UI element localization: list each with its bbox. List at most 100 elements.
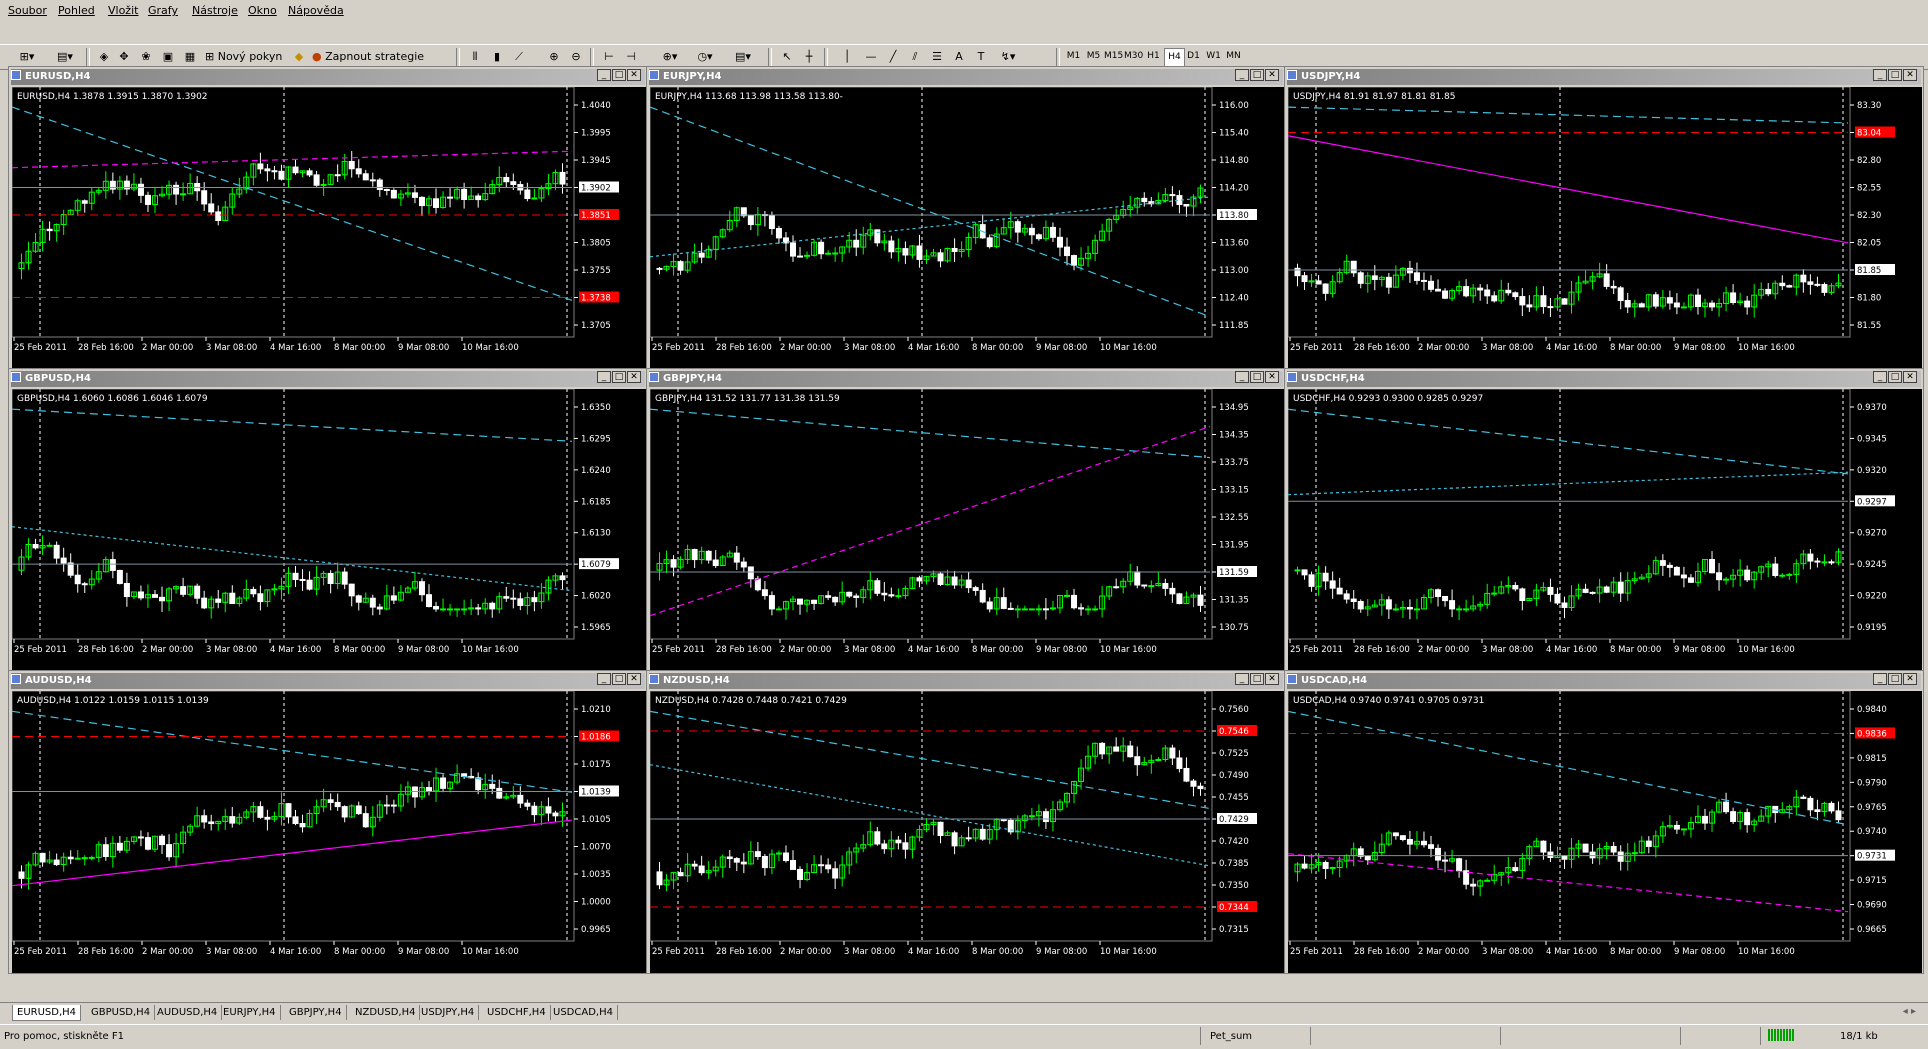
chart-tab[interactable]: NZDUSD,H4 — [351, 1005, 421, 1020]
strategy-button[interactable]: ● Zapnout strategie — [312, 48, 452, 65]
minimize-icon[interactable]: _ — [1873, 673, 1887, 685]
close-icon[interactable]: ✕ — [1265, 371, 1279, 383]
templates-icon[interactable]: ▤▾ — [728, 48, 758, 65]
maximize-icon[interactable]: □ — [1888, 69, 1902, 81]
menu-item-2[interactable]: Vložit — [108, 4, 138, 17]
chart-window[interactable]: USDCHF,H4 _ □ ✕ 0.9370 0.9345 0.9320 0.9297 0.92… — [1284, 368, 1924, 672]
timeframe-h4[interactable]: H4 — [1164, 48, 1185, 67]
close-icon[interactable]: ✕ — [627, 371, 641, 383]
autoscroll-icon[interactable]: ⊢ — [600, 48, 618, 65]
chart-tab[interactable]: GBPUSD,H4 — [87, 1005, 156, 1020]
chart-window[interactable]: USDJPY,H4 _ □ ✕ 83.30 83.04 82.80 82.55 82.30 82.… — [1284, 66, 1924, 370]
periods-icon[interactable]: ◷▾ — [690, 48, 720, 65]
label-tool-icon[interactable]: T — [972, 48, 990, 65]
minimize-icon[interactable]: _ — [597, 371, 611, 383]
data-window-icon[interactable]: ✥ — [115, 48, 133, 65]
menu-item-3[interactable]: Grafy — [148, 4, 178, 17]
minimize-icon[interactable]: _ — [1235, 69, 1249, 81]
maximize-icon[interactable]: □ — [612, 673, 626, 685]
new-chart-icon[interactable]: ⊞▾ — [12, 48, 42, 65]
menu-item-0[interactable]: Soubor — [8, 4, 47, 17]
indicators-icon[interactable]: ⊕▾ — [656, 48, 684, 65]
chart-canvas[interactable]: 1.0210 1.0186 1.0175 1.0139 1.0105 1.0070 1.00… — [12, 691, 646, 973]
bar-chart-icon[interactable]: ⫴ — [466, 48, 484, 65]
chart-canvas[interactable]: 83.30 83.04 82.80 82.55 82.30 82.05 81.85 81.80… — [1288, 87, 1922, 369]
chart-canvas[interactable]: 134.95 134.35 133.75 133.15 132.55 131.95 131.… — [650, 389, 1284, 671]
metaeditor-icon[interactable]: ◆ — [290, 48, 308, 65]
zoom-in-icon[interactable]: ⊕ — [545, 48, 563, 65]
chart-window[interactable]: USDCAD,H4 _ □ ✕ 0.9840 0.9836 0.9815 0.9790 0.97… — [1284, 670, 1924, 974]
text-tool-icon[interactable]: A — [950, 48, 968, 65]
chart-window[interactable]: EURUSD,H4 _ □ ✕ 1.4040 1.3995 1.3945 1.3902 1.38… — [8, 66, 648, 370]
chart-canvas[interactable]: 0.9370 0.9345 0.9320 0.9297 0.9270 0.9245 0.92… — [1288, 389, 1922, 671]
maximize-icon[interactable]: □ — [1250, 371, 1264, 383]
chart-tab[interactable]: USDCAD,H4 — [549, 1005, 618, 1020]
timeframe-m1[interactable]: M1 — [1064, 48, 1083, 65]
timeframe-mn[interactable]: MN — [1224, 48, 1243, 65]
maximize-icon[interactable]: □ — [1888, 673, 1902, 685]
chart-window[interactable]: GBPUSD,H4 _ □ ✕ 1.6350 1.6295 1.6240 1.6185 1.61… — [8, 368, 648, 672]
close-icon[interactable]: ✕ — [1903, 673, 1917, 685]
maximize-icon[interactable]: □ — [1250, 69, 1264, 81]
minimize-icon[interactable]: _ — [1235, 673, 1249, 685]
minimize-icon[interactable]: _ — [1873, 69, 1887, 81]
menu-item-6[interactable]: Nápověda — [288, 4, 344, 17]
candle-chart-icon[interactable]: ▮ — [488, 48, 506, 65]
market-watch-icon[interactable]: ◈ — [95, 48, 113, 65]
terminal-icon[interactable]: ▣ — [159, 48, 177, 65]
minimize-icon[interactable]: _ — [597, 673, 611, 685]
chart-tab[interactable]: EURJPY,H4 — [219, 1005, 281, 1020]
close-icon[interactable]: ✕ — [1265, 69, 1279, 81]
menu-item-4[interactable]: Nástroje — [192, 4, 238, 17]
chart-window[interactable]: EURJPY,H4 _ □ ✕ 116.00 115.40 114.80 114.20 113.… — [646, 66, 1286, 370]
timeframe-m30[interactable]: M30 — [1124, 48, 1143, 65]
tester-icon[interactable]: ▦ — [181, 48, 199, 65]
chart-window[interactable]: GBPJPY,H4 _ □ ✕ 134.95 134.35 133.75 133.15 132.… — [646, 368, 1286, 672]
tab-scroll-arrows-icon[interactable]: ◂ ▸ — [1903, 1006, 1916, 1017]
timeframe-w1[interactable]: W1 — [1204, 48, 1223, 65]
crosshair-icon[interactable]: ┼ — [800, 48, 818, 65]
chart-tab[interactable]: AUDUSD,H4 — [153, 1005, 223, 1020]
close-icon[interactable]: ✕ — [627, 673, 641, 685]
chart-canvas[interactable]: 0.7560 0.7546 0.7525 0.7490 0.7455 0.7429 0.74… — [650, 691, 1284, 973]
new-order-button[interactable]: ⊞ Nový pokyn — [205, 48, 295, 65]
maximize-icon[interactable]: □ — [612, 69, 626, 81]
arrows-icon[interactable]: ↯▾ — [994, 48, 1022, 65]
trendline-icon[interactable]: ╱ — [884, 48, 902, 65]
timeframe-h1[interactable]: H1 — [1144, 48, 1163, 65]
minimize-icon[interactable]: _ — [1873, 371, 1887, 383]
close-icon[interactable]: ✕ — [1903, 69, 1917, 81]
timeframe-m5[interactable]: M5 — [1084, 48, 1103, 65]
cursor-icon[interactable]: ↖ — [778, 48, 796, 65]
vertical-line-icon[interactable]: │ — [840, 48, 854, 65]
timeframe-d1[interactable]: D1 — [1184, 48, 1203, 65]
minimize-icon[interactable]: _ — [1235, 371, 1249, 383]
channel-icon[interactable]: ⫽ — [906, 48, 924, 65]
zoom-out-icon[interactable]: ⊖ — [567, 48, 585, 65]
maximize-icon[interactable]: □ — [612, 371, 626, 383]
chart-window[interactable]: NZDUSD,H4 _ □ ✕ 0.7560 0.7546 0.7525 0.7490 0.74… — [646, 670, 1286, 974]
menu-item-5[interactable]: Okno — [248, 4, 277, 17]
chart-canvas[interactable]: 1.4040 1.3995 1.3945 1.3902 1.3851 1.3805 1.37… — [12, 87, 646, 369]
timeframe-m15[interactable]: M15 — [1104, 48, 1123, 65]
chart-tab[interactable]: EURUSD,H4 — [12, 1005, 82, 1021]
chart-shift-icon[interactable]: ⊣ — [622, 48, 640, 65]
maximize-icon[interactable]: □ — [1250, 673, 1264, 685]
chart-tab[interactable]: USDJPY,H4 — [417, 1005, 480, 1020]
minimize-icon[interactable]: _ — [597, 69, 611, 81]
close-icon[interactable]: ✕ — [627, 69, 641, 81]
line-chart-icon[interactable]: ⟋ — [510, 48, 528, 65]
menu-item-1[interactable]: Pohled — [58, 4, 95, 17]
chart-tab[interactable]: GBPJPY,H4 — [285, 1005, 347, 1020]
chart-window[interactable]: AUDUSD,H4 _ □ ✕ 1.0210 1.0186 1.0175 1.0139 1.01… — [8, 670, 648, 974]
profiles-icon[interactable]: ▤▾ — [50, 48, 80, 65]
chart-canvas[interactable]: 1.6350 1.6295 1.6240 1.6185 1.6130 1.6079 1.60… — [12, 389, 646, 671]
chart-tab[interactable]: USDCHF,H4 — [483, 1005, 551, 1020]
close-icon[interactable]: ✕ — [1265, 673, 1279, 685]
close-icon[interactable]: ✕ — [1903, 371, 1917, 383]
chart-canvas[interactable]: 0.9840 0.9836 0.9815 0.9790 0.9765 0.9740 0.97… — [1288, 691, 1922, 973]
chart-canvas[interactable]: 116.00 115.40 114.80 114.20 113.80 113.60 113.… — [650, 87, 1284, 369]
maximize-icon[interactable]: □ — [1888, 371, 1902, 383]
fibonacci-icon[interactable]: ☰ — [928, 48, 946, 65]
horizontal-line-icon[interactable]: — — [862, 48, 880, 65]
